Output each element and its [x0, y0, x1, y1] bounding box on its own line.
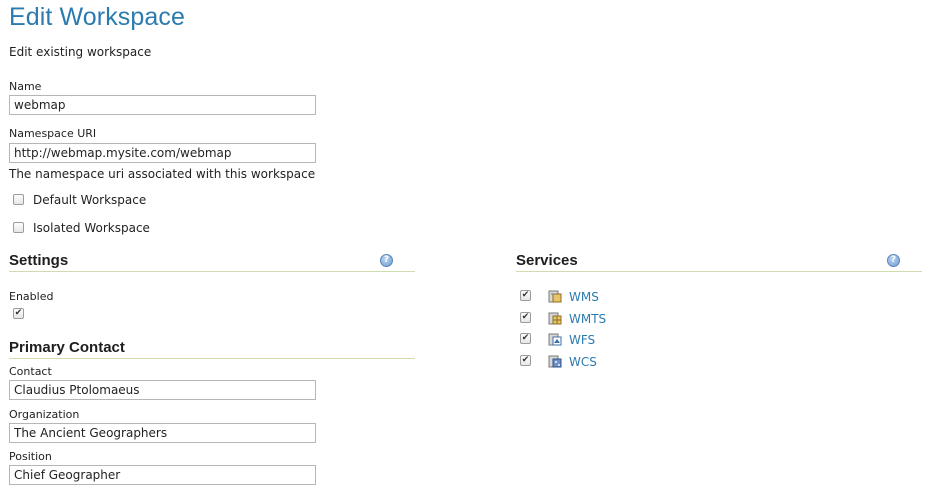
settings-help-icon[interactable]: ?	[380, 254, 393, 267]
default-workspace-checkbox[interactable]	[13, 194, 24, 205]
contact-input[interactable]	[9, 380, 316, 400]
wfs-checkbox[interactable]: ✔	[520, 333, 531, 344]
services-divider	[516, 271, 922, 272]
isolated-workspace-checkbox[interactable]	[13, 222, 24, 233]
default-workspace-label: Default Workspace	[33, 193, 147, 207]
wms-link[interactable]: WMS	[569, 290, 599, 304]
namespace-uri-input[interactable]	[9, 143, 316, 163]
organization-input[interactable]	[9, 423, 316, 443]
wmts-checkbox[interactable]: ✔	[520, 312, 531, 323]
wfs-link[interactable]: WFS	[569, 333, 595, 347]
contact-label: Contact	[9, 365, 52, 378]
organization-label: Organization	[9, 408, 80, 421]
page-title: Edit Workspace	[9, 3, 186, 31]
settings-divider	[9, 271, 415, 272]
wms-checkbox[interactable]: ✔	[520, 290, 531, 301]
wcs-checkbox[interactable]: ✔	[520, 355, 531, 366]
wms-icon	[548, 290, 562, 303]
isolated-workspace-label: Isolated Workspace	[33, 221, 150, 235]
primary-contact-section-title: Primary Contact	[9, 339, 125, 356]
position-label: Position	[9, 450, 52, 463]
namespace-uri-hint: The namespace uri associated with this w…	[9, 167, 316, 181]
wmts-icon	[548, 312, 562, 325]
name-label: Name	[9, 80, 42, 93]
name-input[interactable]	[9, 95, 316, 115]
page-subtitle: Edit existing workspace	[9, 45, 152, 59]
namespace-uri-label: Namespace URI	[9, 127, 97, 140]
position-input[interactable]	[9, 465, 316, 485]
enabled-checkbox[interactable]: ✔	[13, 308, 24, 319]
wcs-icon	[548, 355, 562, 368]
primary-contact-divider	[9, 358, 415, 359]
wcs-link[interactable]: WCS	[569, 355, 597, 369]
settings-section-title: Settings	[9, 252, 69, 269]
services-help-icon[interactable]: ?	[887, 254, 900, 267]
wfs-icon	[548, 333, 562, 346]
wmts-link[interactable]: WMTS	[569, 312, 606, 326]
services-section-title: Services	[516, 252, 578, 269]
enabled-label: Enabled	[9, 290, 54, 303]
